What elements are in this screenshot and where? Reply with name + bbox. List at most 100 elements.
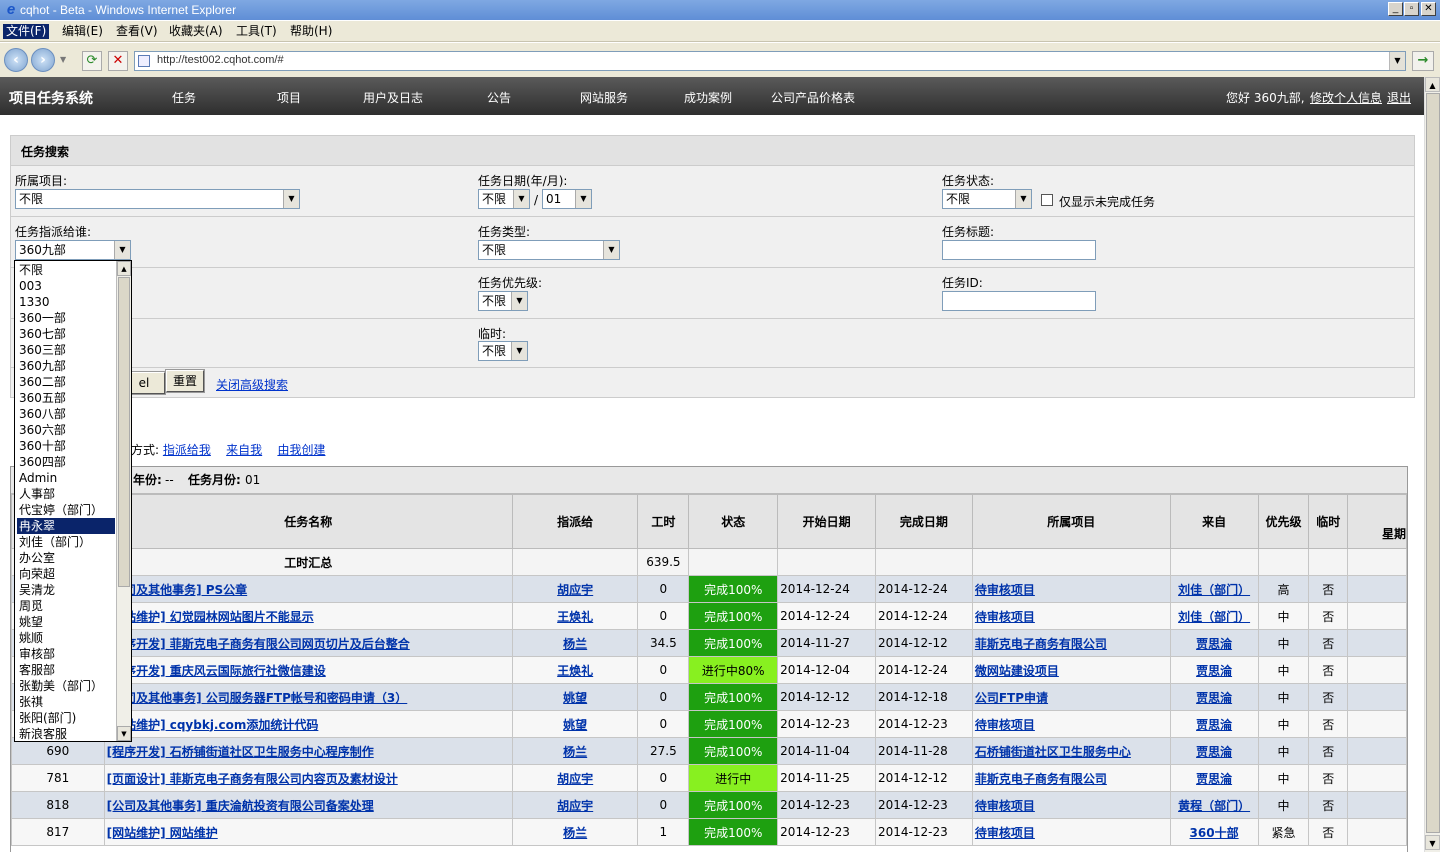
menu-tools[interactable]: 工具(T) bbox=[236, 24, 277, 39]
task-project-link[interactable]: 菲斯克电子商务有限公司 bbox=[975, 772, 1107, 786]
dropdown-option[interactable]: 新浪客服 bbox=[17, 726, 115, 742]
col-header-priority[interactable]: 优先级 bbox=[1257, 494, 1310, 549]
dropdown-option[interactable]: 办公室 bbox=[17, 550, 115, 566]
maximize-button[interactable]: ▫ bbox=[1404, 2, 1419, 16]
col-header-hours[interactable]: 工时 bbox=[637, 494, 690, 549]
col-header-name[interactable]: 任务名称 bbox=[103, 494, 513, 549]
id-input[interactable] bbox=[942, 291, 1096, 311]
assignee-link[interactable]: 姚望 bbox=[563, 691, 587, 705]
dropdown-option[interactable]: 吴清龙 bbox=[17, 582, 115, 598]
task-project-link[interactable]: 菲斯克电子商务有限公司 bbox=[975, 637, 1107, 651]
col-header-status[interactable]: 状态 bbox=[688, 494, 779, 549]
dropdown-option[interactable]: 360六部 bbox=[17, 422, 115, 438]
task-name-link[interactable]: [程序开发] 石桥铺街道社区卫生服务中心程序制作 bbox=[107, 745, 374, 759]
logout-link[interactable]: 退出 bbox=[1387, 89, 1411, 106]
menu-file[interactable]: 文件(F) bbox=[3, 24, 50, 39]
col-header-weekday[interactable]: 星期 bbox=[1347, 494, 1407, 549]
dropdown-option[interactable]: 代宝婷（部门） bbox=[17, 502, 115, 518]
nav-cases[interactable]: 成功案例 bbox=[684, 89, 732, 106]
assignee-link[interactable]: 杨兰 bbox=[563, 826, 587, 840]
reset-button[interactable]: 重置 bbox=[165, 369, 205, 393]
assignee-link[interactable]: 胡应宇 bbox=[557, 772, 593, 786]
title-input[interactable] bbox=[942, 240, 1096, 260]
type-select[interactable]: 不限 ▼ bbox=[478, 240, 620, 260]
address-dropdown-icon[interactable]: ▼ bbox=[1389, 52, 1405, 70]
dropdown-option[interactable]: Admin bbox=[17, 470, 115, 486]
task-name-link[interactable]: [网站维护] 幻觉园林网站图片不能显示 bbox=[107, 610, 314, 624]
forward-icon[interactable]: › bbox=[31, 48, 55, 72]
task-project-link[interactable]: 待审核项目 bbox=[975, 826, 1035, 840]
dropdown-option[interactable]: 360二部 bbox=[17, 374, 115, 390]
task-from-link[interactable]: 贾思淪 bbox=[1196, 772, 1232, 786]
dropdown-option[interactable]: 张祺 bbox=[17, 694, 115, 710]
task-project-link[interactable]: 待审核项目 bbox=[975, 583, 1035, 597]
task-project-link[interactable]: 石桥铺街道社区卫生服务中心 bbox=[975, 745, 1131, 759]
task-from-link[interactable]: 贾思淪 bbox=[1196, 664, 1232, 678]
dropdown-option[interactable]: 360一部 bbox=[17, 310, 115, 326]
nav-announcements[interactable]: 公告 bbox=[487, 89, 511, 106]
task-name-link[interactable]: [公司及其他事务] 重庆淪航投资有限公司备案处理 bbox=[107, 799, 374, 813]
dropdown-option[interactable]: 张勤美（部门） bbox=[17, 678, 115, 694]
minimize-button[interactable]: _ bbox=[1388, 2, 1403, 16]
scroll-down-icon[interactable]: ▼ bbox=[117, 726, 131, 741]
status-select[interactable]: 不限 ▼ bbox=[942, 189, 1032, 209]
nav-web-services[interactable]: 网站服务 bbox=[580, 89, 628, 106]
back-icon[interactable]: ‹ bbox=[4, 48, 28, 72]
col-header-start[interactable]: 开始日期 bbox=[777, 494, 877, 549]
menu-favorites[interactable]: 收藏夹(A) bbox=[169, 24, 223, 39]
address-field[interactable]: http://test002.cqhot.com/# ▼ bbox=[134, 51, 1406, 71]
task-name-link[interactable]: [公司及其他事务] 公司服务器FTP帐号和密码申请（3） bbox=[107, 691, 408, 705]
created-by-me-link[interactable]: 由我创建 bbox=[277, 443, 325, 457]
from-me-link[interactable]: 来自我 bbox=[226, 443, 262, 457]
assignee-select[interactable]: 360九部 ▼ bbox=[15, 240, 131, 260]
close-button[interactable]: ✕ bbox=[1421, 2, 1436, 16]
assignee-link[interactable]: 王焕礼 bbox=[557, 664, 593, 678]
page-scrollbar[interactable]: ▲ ▼ bbox=[1424, 77, 1440, 852]
dropdown-option[interactable]: 360三部 bbox=[17, 342, 115, 358]
dropdown-option[interactable]: 客服部 bbox=[17, 662, 115, 678]
go-icon[interactable]: → bbox=[1412, 51, 1434, 71]
task-from-link[interactable]: 刘佳（部门） bbox=[1178, 610, 1250, 624]
dropdown-option[interactable]: 周觅 bbox=[17, 598, 115, 614]
task-project-link[interactable]: 待审核项目 bbox=[975, 718, 1035, 732]
assigned-to-me-link[interactable]: 指派给我 bbox=[163, 443, 211, 457]
task-from-link[interactable]: 刘佳（部门） bbox=[1178, 583, 1250, 597]
assignee-link[interactable]: 杨兰 bbox=[563, 637, 587, 651]
edit-profile-link[interactable]: 修改个人信息 bbox=[1310, 89, 1382, 106]
dropdown-option[interactable]: 360五部 bbox=[17, 390, 115, 406]
col-header-project[interactable]: 所属项目 bbox=[971, 494, 1171, 549]
dropdown-option[interactable]: 360七部 bbox=[17, 326, 115, 342]
scroll-up-icon[interactable]: ▲ bbox=[117, 261, 131, 276]
dropdown-option[interactable]: 不限 bbox=[17, 262, 115, 278]
task-name-link[interactable]: [程序开发] 菲斯克电子商务有限公司网页切片及后台整合 bbox=[107, 637, 410, 651]
refresh-icon[interactable]: ⟳ bbox=[82, 51, 102, 71]
dropdown-option[interactable]: 刘佳（部门） bbox=[17, 534, 115, 550]
assignee-link[interactable]: 姚望 bbox=[563, 718, 587, 732]
month-select[interactable]: 01 ▼ bbox=[542, 189, 592, 209]
menu-help[interactable]: 帮助(H) bbox=[290, 24, 332, 39]
assignee-dropdown-list[interactable]: ▲ ▼ 不限 003 1330 360一部 360七部 360三部 360九部 360二部 36… bbox=[14, 260, 132, 742]
task-project-link[interactable]: 待审核项目 bbox=[975, 610, 1035, 624]
task-project-link[interactable]: 公司FTP申请 bbox=[975, 691, 1048, 705]
dropdown-option[interactable]: 审核部 bbox=[17, 646, 115, 662]
dropdown-scrollbar[interactable]: ▲ ▼ bbox=[116, 261, 131, 741]
task-project-link[interactable]: 微网站建设项目 bbox=[975, 664, 1059, 678]
assignee-link[interactable]: 王焕礼 bbox=[557, 610, 593, 624]
dropdown-option[interactable]: 冉永翠 bbox=[17, 518, 115, 534]
close-advanced-search-link[interactable]: 关闭高级搜索 bbox=[216, 376, 288, 393]
col-header-assignee[interactable]: 指派给 bbox=[511, 494, 639, 549]
dropdown-option[interactable]: 姚顺 bbox=[17, 630, 115, 646]
scroll-up-icon[interactable]: ▲ bbox=[1425, 77, 1440, 92]
dropdown-option[interactable]: 人事部 bbox=[17, 486, 115, 502]
scroll-thumb[interactable] bbox=[1426, 93, 1440, 833]
task-from-link[interactable]: 贾思淪 bbox=[1196, 691, 1232, 705]
year-select[interactable]: 不限 ▼ bbox=[478, 189, 530, 209]
task-project-link[interactable]: 待审核项目 bbox=[975, 799, 1035, 813]
unfinished-checkbox[interactable] bbox=[1041, 194, 1053, 206]
history-dropdown-icon[interactable]: ▼ bbox=[60, 55, 66, 64]
assignee-link[interactable]: 胡应宇 bbox=[557, 583, 593, 597]
task-from-link[interactable]: 贾思淪 bbox=[1196, 637, 1232, 651]
col-header-temp[interactable]: 临时 bbox=[1308, 494, 1349, 549]
menu-edit[interactable]: 编辑(E) bbox=[62, 24, 103, 39]
temp-select[interactable]: 不限 ▼ bbox=[478, 341, 528, 361]
